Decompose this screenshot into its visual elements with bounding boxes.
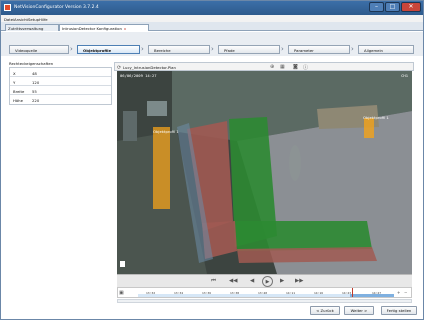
zoom-icon[interactable]: ⊕	[270, 64, 274, 70]
property-key: Y	[13, 79, 16, 85]
chevron-right-icon: ›	[351, 45, 354, 53]
camera-icon[interactable]: ◙	[293, 64, 298, 70]
property-key: Breite	[13, 88, 25, 94]
step-objektprofile[interactable]: Objektprofile	[77, 45, 140, 54]
step-bereiche[interactable]: Bereiche	[148, 45, 210, 54]
app-icon	[4, 4, 11, 11]
osd-camera: CH1	[401, 73, 408, 78]
step-pfade[interactable]: Pfade	[218, 45, 280, 54]
step-label: Allgemein	[364, 48, 383, 53]
property-value-y[interactable]: 120	[32, 80, 39, 85]
recorded-range	[138, 294, 358, 297]
property-key: X	[13, 70, 16, 76]
label-object-profile-left: Objektprofil 1	[153, 129, 179, 134]
menu-item-hilfe[interactable]: Hilfe	[39, 17, 48, 22]
calendar-icon[interactable]: ▣	[119, 290, 124, 296]
doc-tab-zutrittsverwaltung[interactable]: Zutrittsverwaltung	[5, 24, 59, 31]
refresh-icon[interactable]: ⟳	[117, 65, 121, 71]
timeline[interactable]: ▣ 13:32 13:34 13:36 13:38 13:40 14:11 14…	[117, 287, 412, 298]
grid-icon[interactable]: ▦	[280, 64, 285, 70]
doc-tab-label: IntrusionDetector Konfiguration	[62, 26, 122, 31]
window-title: NetVisionConfigurator Version 3.7.2.4	[14, 5, 99, 10]
step-forward-button[interactable]: ▶	[280, 277, 284, 285]
playhead[interactable]	[352, 288, 353, 297]
step-back-button[interactable]: ◀	[250, 277, 254, 285]
timeline-scrollbar[interactable]	[117, 299, 412, 303]
chevron-right-icon: ›	[211, 45, 214, 53]
wizard-steps: Videoquelle › Objektprofile › Bereiche ›…	[1, 32, 423, 56]
step-label: Objektprofile	[83, 48, 112, 53]
property-key: Höhe	[13, 97, 23, 103]
property-row-hoehe: Höhe 220	[10, 95, 111, 104]
doc-tab-intrusiondetector[interactable]: IntrusionDetector Konfiguration x	[59, 24, 149, 31]
chevron-right-icon: ›	[141, 45, 144, 53]
rewind-button[interactable]: ⏮	[211, 277, 216, 285]
close-button[interactable]: ✕	[401, 2, 421, 12]
menu-bar: Datei Ansicht Setup Hilfe	[1, 15, 423, 22]
property-value-breite[interactable]: 55	[32, 89, 37, 94]
finish-button[interactable]: Fertig stellen	[381, 306, 417, 315]
step-parameter[interactable]: Parameter	[288, 45, 350, 54]
property-row-y: Y 120	[10, 77, 111, 86]
menu-item-ansicht[interactable]: Ansicht	[14, 17, 28, 22]
app-window: NetVisionConfigurator Version 3.7.2.4 – …	[0, 0, 424, 320]
current-range	[350, 294, 394, 297]
fast-back-button[interactable]: ◀◀	[229, 277, 237, 285]
play-button[interactable]: ▶	[262, 276, 273, 287]
property-value-x[interactable]: 48	[32, 71, 37, 76]
step-label: Pfade	[224, 48, 235, 53]
label-object-profile-right: Objektprofil 1	[363, 115, 389, 120]
property-row-breite: Breite 55	[10, 86, 111, 95]
properties-title: Rechteckeigenschaften	[9, 61, 54, 66]
fast-forward-button[interactable]: ▶▶	[295, 277, 303, 285]
step-label: Bereiche	[154, 48, 171, 53]
chevron-right-icon: ›	[70, 45, 73, 53]
object-profile-rect-left[interactable]	[153, 127, 170, 209]
property-row-x: X 48	[10, 68, 111, 77]
back-button[interactable]: < Zurück	[310, 306, 340, 315]
chevron-right-icon: ›	[281, 45, 284, 53]
zoom-out-icon[interactable]: −	[404, 290, 407, 295]
video-title: Lucy_IntrusionDetector.Plan	[123, 65, 176, 70]
property-value-hoehe[interactable]: 220	[32, 98, 39, 103]
properties-table: X 48 Y 120 Breite 55 Höhe 220	[9, 67, 112, 105]
menu-item-datei[interactable]: Datei	[4, 17, 14, 22]
document-tabs: Zutrittsverwaltung IntrusionDetector Kon…	[1, 22, 423, 31]
step-label: Parameter	[294, 48, 314, 53]
playback-controls: ⏮ ◀◀ ◀ ▶ ▶ ▶▶	[117, 274, 412, 287]
overlay-marker-icon	[120, 261, 125, 267]
menu-item-setup[interactable]: Setup	[28, 17, 39, 22]
osd-datetime: 06/06/2009 14:27	[120, 73, 157, 78]
video-view[interactable]: 06/06/2009 14:27 CH1 Objektprofil 1 Obje…	[117, 71, 412, 274]
step-videoquelle[interactable]: Videoquelle	[9, 45, 69, 54]
title-bar: NetVisionConfigurator Version 3.7.2.4 – …	[1, 1, 423, 15]
close-tab-icon[interactable]: x	[124, 26, 126, 31]
maximize-button[interactable]: □	[385, 2, 400, 12]
video-header: ⟳ Lucy_IntrusionDetector.Plan ⊕ ▦ ◙ ⓘ	[114, 62, 414, 71]
step-label: Videoquelle	[15, 48, 38, 53]
step-allgemein[interactable]: Allgemein	[358, 45, 414, 54]
next-button[interactable]: Weiter >	[344, 306, 374, 315]
camera-scene	[117, 71, 412, 274]
object-profile-rect-right[interactable]	[364, 118, 374, 138]
zoom-in-icon[interactable]: +	[397, 290, 400, 295]
info-icon[interactable]: ⓘ	[303, 64, 308, 71]
doc-tab-label: Zutrittsverwaltung	[8, 26, 44, 31]
minimize-button[interactable]: –	[369, 2, 384, 12]
